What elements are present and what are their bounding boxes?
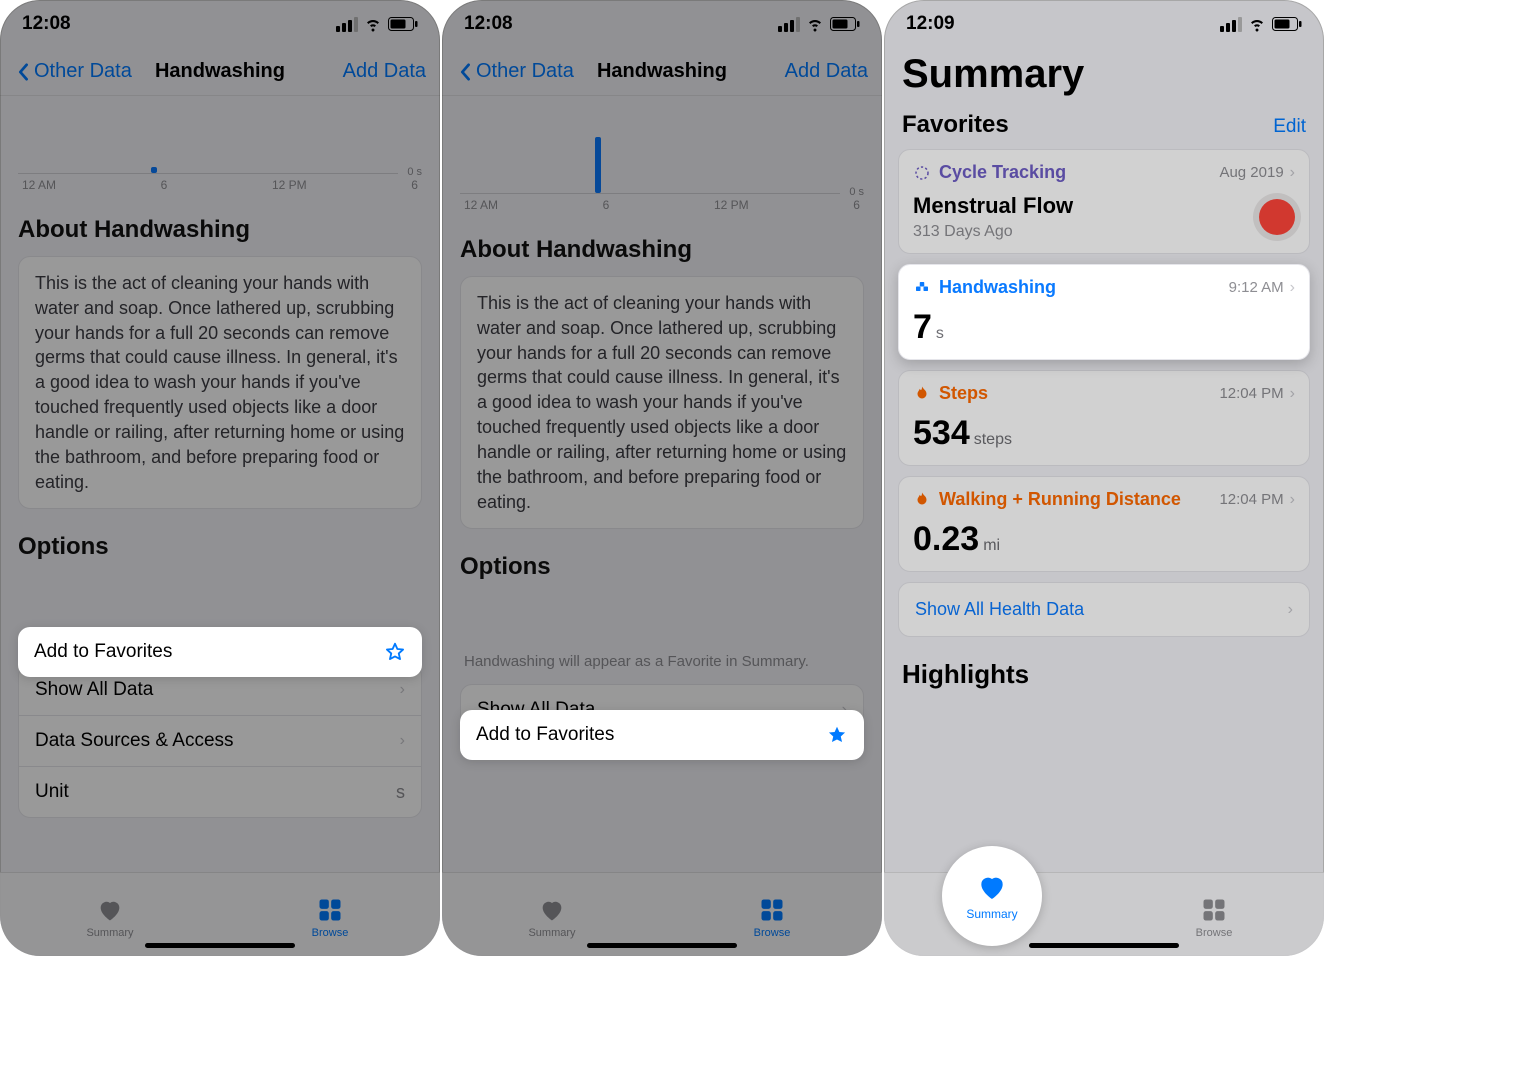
status-bar: 12:09	[884, 0, 1324, 48]
chevron-right-icon: ›	[1290, 385, 1295, 403]
clock: 12:08	[464, 13, 513, 35]
chart-y-label: 0 s	[407, 166, 422, 178]
nav-bar: Other Data Handwashing Add Data	[0, 48, 440, 96]
wifi-icon	[1248, 15, 1266, 33]
cycle-icon	[913, 164, 931, 182]
steps-value: 534	[913, 414, 970, 453]
timeline-chart: 0 s 12 AM612 PM6	[18, 102, 422, 192]
three-phone-composite: 12:08 Other Data Handwashing Add Data 0 …	[0, 0, 1524, 1078]
home-indicator	[587, 943, 737, 948]
grid-icon	[1200, 896, 1228, 924]
walk-value: 0.23	[913, 520, 979, 559]
add-to-favorites-row[interactable]: Add to Favorites	[460, 710, 864, 760]
add-data-button[interactable]: Add Data	[785, 60, 868, 83]
chevron-right-icon: ›	[400, 681, 405, 699]
phone-1: 12:08 Other Data Handwashing Add Data 0 …	[0, 0, 440, 956]
chart-y-label: 0 s	[849, 186, 864, 198]
about-body: This is the act of cleaning your hands w…	[460, 276, 864, 529]
chevron-right-icon: ›	[1290, 164, 1295, 182]
home-indicator	[1029, 943, 1179, 948]
clock: 12:08	[22, 13, 71, 35]
handwashing-icon	[913, 279, 931, 297]
star-filled-icon	[826, 724, 848, 746]
options-group: Show All Data› Data Sources & Access› Un…	[18, 664, 422, 818]
menstrual-flow-label: Menstrual Flow	[913, 193, 1073, 219]
wifi-icon	[806, 15, 824, 33]
back-button[interactable]: Other Data	[456, 60, 574, 83]
heart-icon	[976, 871, 1008, 903]
flow-dot-icon	[1259, 199, 1295, 235]
about-heading: About Handwashing	[18, 216, 422, 244]
menstrual-flow-time: 313 Days Ago	[913, 223, 1073, 241]
tile-walking-distance[interactable]: Walking + Running Distance 12:04 PM› 0.2…	[898, 476, 1310, 572]
wifi-icon	[364, 15, 382, 33]
page-title: Summary	[902, 52, 1306, 97]
show-all-health-data[interactable]: Show All Health Data ›	[898, 582, 1310, 637]
flame-icon	[913, 385, 931, 403]
cellular-icon	[1220, 17, 1242, 32]
back-label: Other Data	[34, 60, 132, 83]
clock: 12:09	[906, 13, 955, 35]
add-to-favorites-row[interactable]: Add to Favorites	[18, 627, 422, 677]
status-bar: 12:08	[442, 0, 882, 48]
favorite-note: Handwashing will appear as a Favorite in…	[464, 653, 860, 670]
heart-icon	[538, 896, 566, 924]
grid-icon	[316, 896, 344, 924]
star-outline-icon	[384, 641, 406, 663]
status-bar: 12:08	[0, 0, 440, 48]
add-to-favorites-label: Add to Favorites	[476, 724, 614, 746]
timeline-chart: 0 s 12 AM612 PM6	[460, 102, 864, 212]
tile-steps[interactable]: Steps 12:04 PM› 534steps	[898, 370, 1310, 466]
grid-icon	[758, 896, 786, 924]
options-heading: Options	[460, 553, 864, 581]
phone-2: 12:08 Other Data Handwashing Add Data 0 …	[442, 0, 882, 956]
tile-handwashing[interactable]: Handwashing 9:12 AM› 7s	[898, 264, 1310, 360]
back-button[interactable]: Other Data	[14, 60, 132, 83]
battery-icon	[388, 17, 418, 31]
cellular-icon	[336, 17, 358, 32]
flame-icon	[913, 491, 931, 509]
heart-icon	[96, 896, 124, 924]
home-indicator	[145, 943, 295, 948]
add-data-button[interactable]: Add Data	[343, 60, 426, 83]
battery-icon	[1272, 17, 1302, 31]
chevron-right-icon: ›	[1288, 601, 1293, 619]
favorites-heading: Favorites	[902, 111, 1009, 139]
add-to-favorites-label: Add to Favorites	[34, 641, 172, 663]
unit-row[interactable]: Units	[19, 767, 421, 817]
phone-3: 12:09 Summary Favorites Edit Cycle Track…	[884, 0, 1324, 956]
data-sources-row[interactable]: Data Sources & Access›	[19, 716, 421, 767]
about-heading: About Handwashing	[460, 236, 864, 264]
chevron-right-icon: ›	[1290, 279, 1295, 297]
hand-value: 7	[913, 308, 932, 347]
about-body: This is the act of cleaning your hands w…	[18, 256, 422, 509]
tile-cycle-tracking[interactable]: Cycle Tracking Aug 2019› Menstrual Flow …	[898, 149, 1310, 254]
cellular-icon	[778, 17, 800, 32]
back-label: Other Data	[476, 60, 574, 83]
chevron-right-icon: ›	[400, 732, 405, 750]
highlights-heading: Highlights	[902, 659, 1306, 690]
edit-button[interactable]: Edit	[1273, 116, 1306, 138]
battery-icon	[830, 17, 860, 31]
options-heading: Options	[18, 533, 422, 561]
nav-bar: Other Data Handwashing Add Data	[442, 48, 882, 96]
chevron-right-icon: ›	[1290, 491, 1295, 509]
summary-tab-highlight[interactable]: Summary	[942, 846, 1042, 946]
